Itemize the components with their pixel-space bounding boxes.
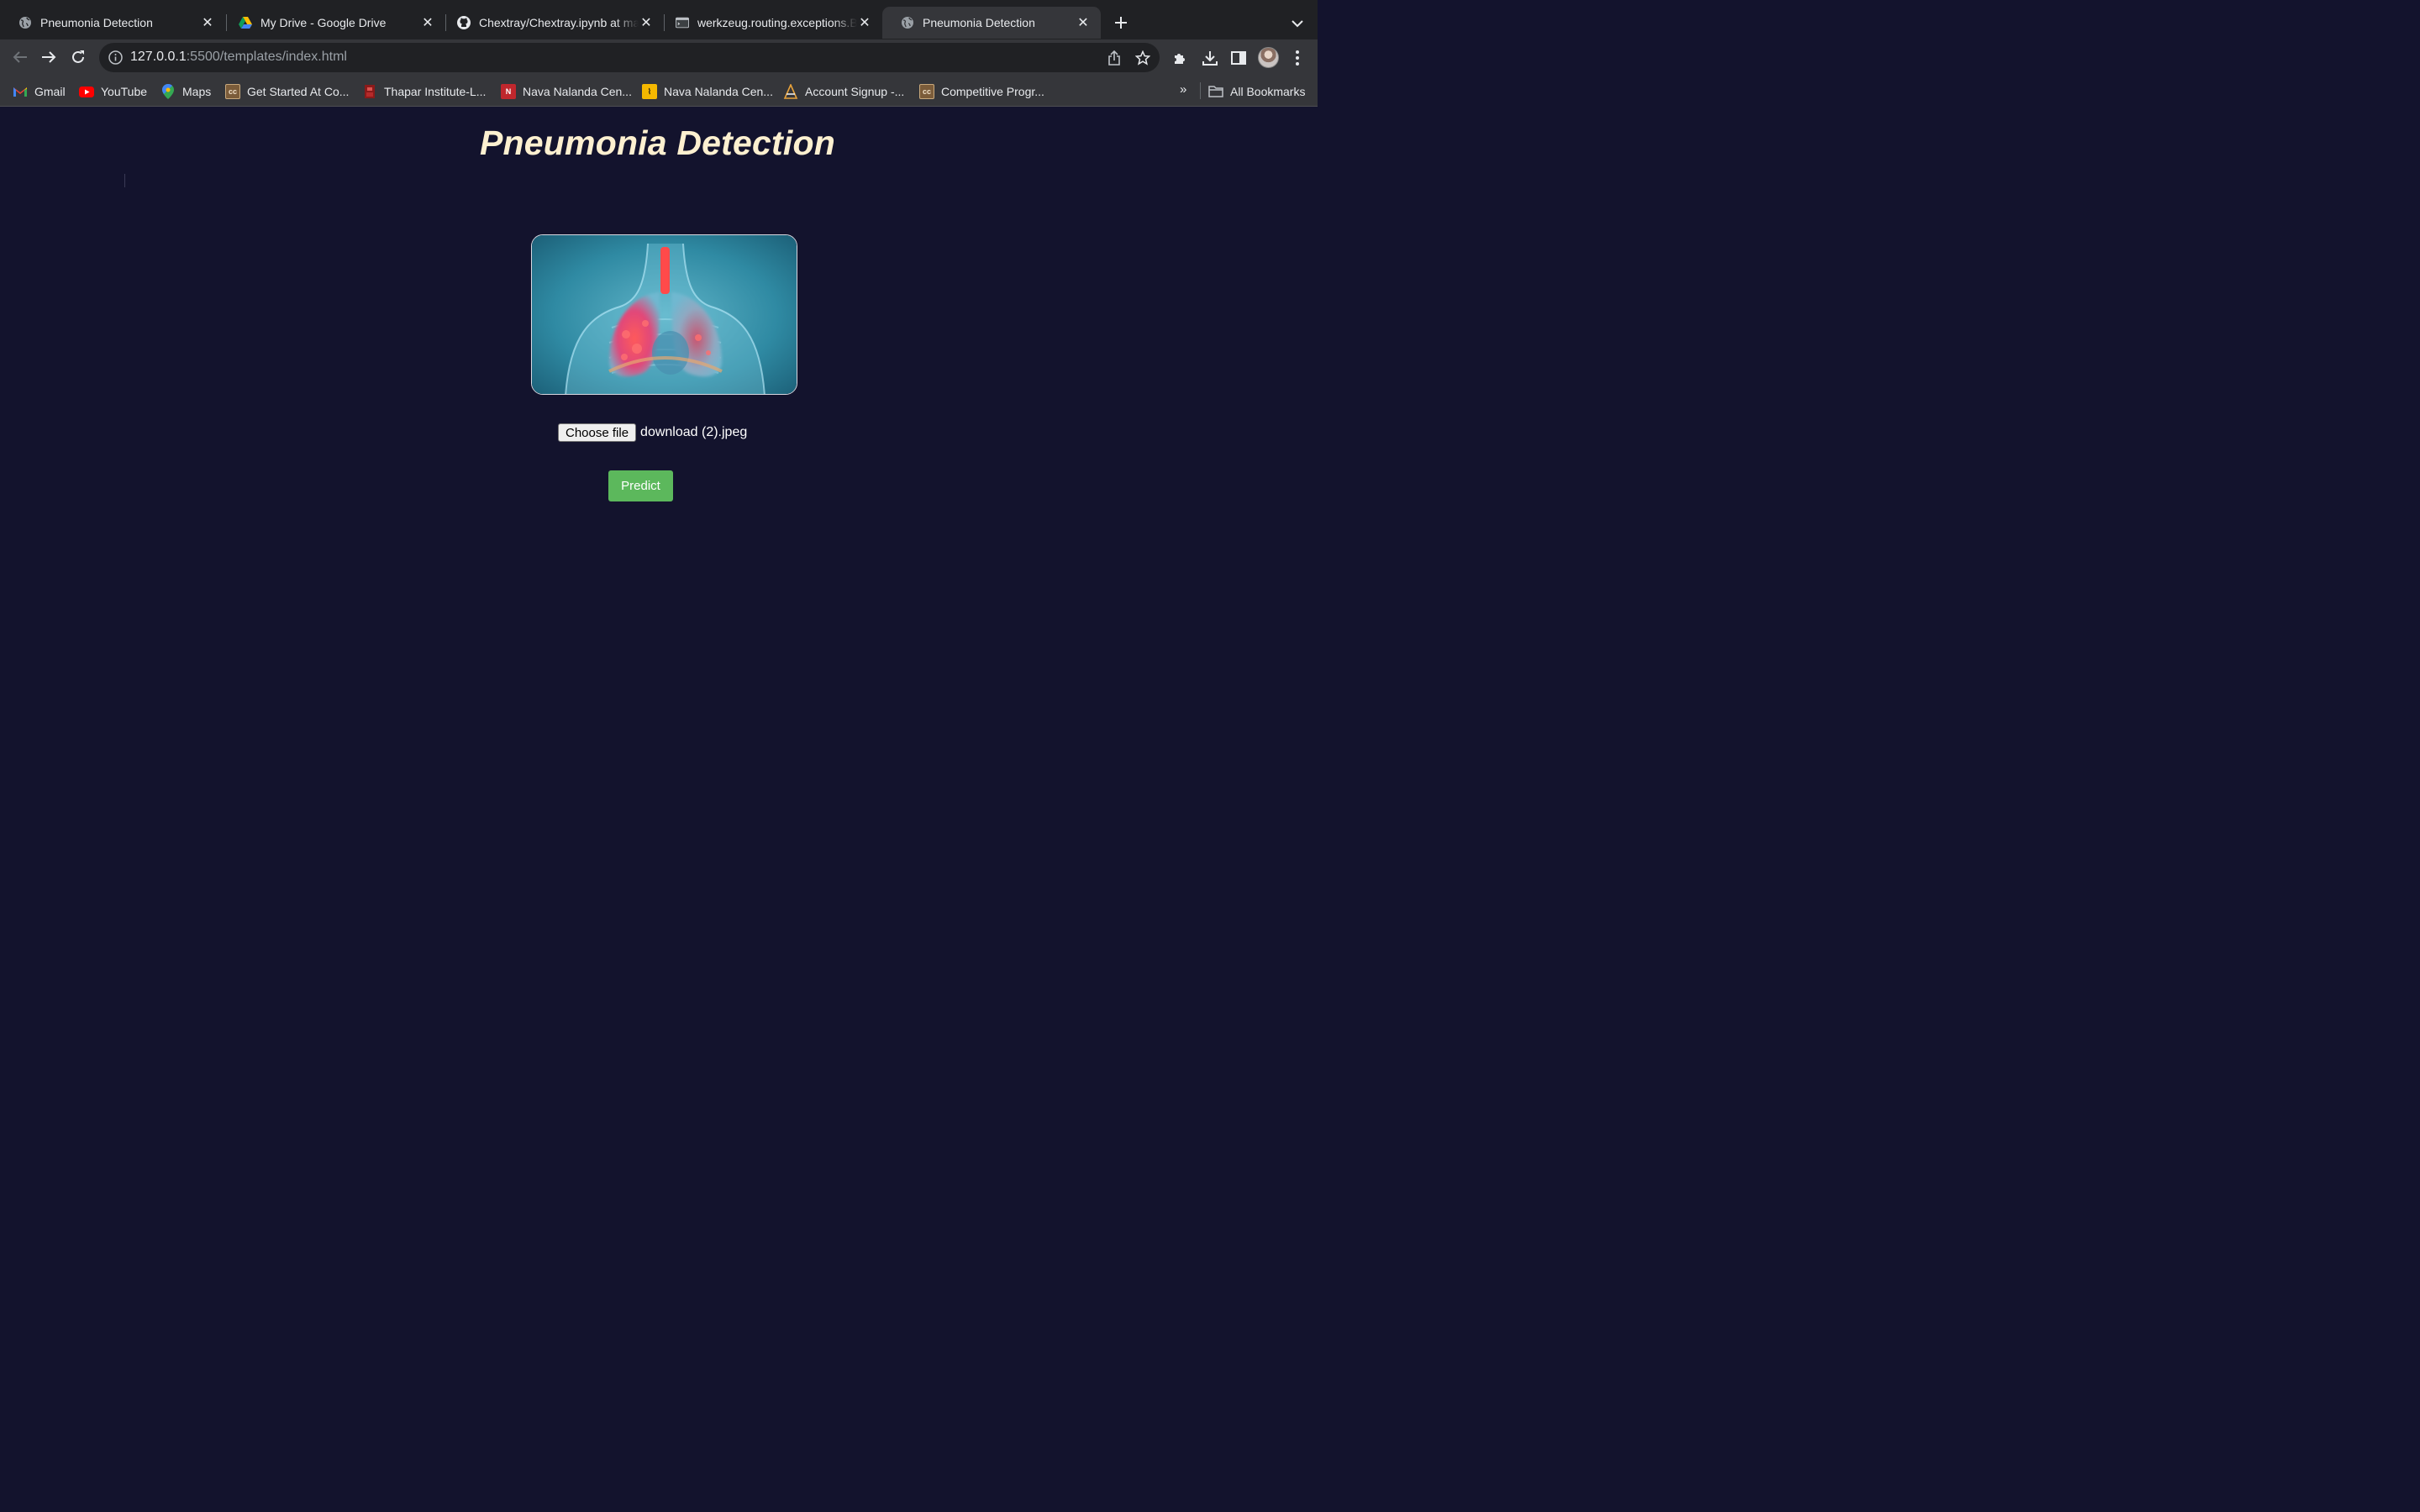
bookmark-get-started[interactable]: cc Get Started At Co... [225,83,349,100]
file-upload-row: Choose file download (2).jpeg [558,423,747,442]
bookmark-label: Gmail [34,85,66,98]
plus-icon [1115,17,1127,29]
bookmark-star-icon[interactable] [1134,50,1151,66]
tab-pneumonia-detection-1[interactable]: Pneumonia Detection ✕ [0,7,225,39]
tab-title: werkzeug.routing.exceptions.BuildError [697,16,857,29]
url-text[interactable]: 127.0.0.1:5500/templates/index.html [130,50,347,65]
predict-button[interactable]: Predict [608,470,673,501]
bookmarks-divider [1200,82,1201,99]
google-drive-icon [239,16,252,29]
site-info-icon[interactable] [108,50,124,66]
bookmarks-overflow-button[interactable]: » [1180,82,1186,97]
page-title: Pneumonia Detection [480,123,835,162]
codechef-icon: cc [225,84,240,99]
tab-title: Pneumonia Detection [923,16,1035,29]
tab-title: Chextray/Chextray.ipynb at main [479,16,639,29]
tab-strip: Pneumonia Detection ✕ My Drive - Google … [0,0,1318,39]
tab-title: Pneumonia Detection [40,16,153,29]
close-icon[interactable]: ✕ [200,15,215,30]
tab-search-button[interactable] [1286,12,1309,35]
close-icon[interactable]: ✕ [857,15,872,30]
chevron-down-icon [1292,20,1303,28]
tab-github-chextray[interactable]: Chextray/Chextray.ipynb at main ✕ [439,7,664,39]
tab-werkzeug-error[interactable]: werkzeug.routing.exceptions.BuildError ✕ [657,7,882,39]
codechef-icon: cc [919,84,934,99]
address-bar[interactable]: 127.0.0.1:5500/templates/index.html [99,43,1160,72]
browser-toolbar: 127.0.0.1:5500/templates/index.html [0,39,1318,76]
text-caret [124,174,125,187]
bookmark-maps[interactable]: Maps [160,83,211,100]
bookmark-gmail[interactable]: Gmail [13,83,66,100]
bookmark-label: Maps [182,85,212,98]
account-icon [783,84,798,99]
bookmark-youtube[interactable]: YouTube [79,83,147,100]
new-tab-button[interactable] [1109,11,1133,34]
reload-icon [72,50,84,63]
gmail-icon [13,84,28,99]
globe-icon [18,16,32,29]
youtube-icon [79,84,94,99]
close-icon[interactable]: ✕ [1076,15,1091,30]
bookmark-label: Nava Nalanda Cen... [523,85,632,98]
bookmark-account-signup[interactable]: Account Signup -... [783,83,904,100]
bookmark-thapar[interactable]: Thapar Institute-L... [362,83,486,100]
forward-button[interactable] [36,45,61,70]
nalanda-icon: N [501,84,516,99]
arrow-right-icon [42,51,56,63]
lungs-xray-image [531,234,797,395]
bookmark-label: Nava Nalanda Cen... [664,85,773,98]
tab-pneumonia-detection-active[interactable]: Pneumonia Detection ✕ [882,7,1101,39]
folder-icon [1208,84,1223,99]
kebab-menu-icon[interactable] [1288,49,1307,67]
bookmark-nava-nalanda-2[interactable]: ⌇ Nava Nalanda Cen... [642,83,773,100]
selected-file-name: download (2).jpeg [640,425,748,439]
share-icon[interactable] [1106,50,1123,66]
profile-avatar[interactable] [1258,47,1279,68]
thapar-icon [362,84,377,99]
reload-button[interactable] [66,45,91,70]
bookmark-label: Competitive Progr... [941,85,1044,98]
nalanda-alt-icon: ⌇ [642,84,657,99]
back-button[interactable] [8,45,33,70]
download-icon[interactable] [1201,49,1219,67]
bookmarks-bar: Gmail YouTube Maps cc Get Started At Co.… [0,76,1318,107]
terminal-icon [676,16,689,29]
page-content: Pneumonia Detection Choose file download… [0,107,1318,823]
bookmark-label: Thapar Institute-L... [384,85,487,98]
bookmark-label: Account Signup -... [805,85,905,98]
url-path: :5500/templates/index.html [186,50,347,64]
all-bookmarks-label: All Bookmarks [1230,85,1306,98]
arrow-left-icon [13,51,27,63]
side-panel-icon[interactable] [1229,49,1248,67]
bookmark-label: Get Started At Co... [247,85,350,98]
url-host: 127.0.0.1 [130,50,187,64]
close-icon[interactable]: ✕ [639,15,654,30]
globe-icon [901,16,914,29]
bookmark-nava-nalanda-1[interactable]: N Nava Nalanda Cen... [501,83,632,100]
bookmark-competitive-programming[interactable]: cc Competitive Progr... [919,83,1044,100]
github-icon [457,16,471,29]
extensions-icon[interactable] [1171,49,1190,67]
maps-icon [160,84,176,99]
tab-google-drive[interactable]: My Drive - Google Drive ✕ [220,7,445,39]
tab-title: My Drive - Google Drive [260,16,387,29]
all-bookmarks-button[interactable]: All Bookmarks [1208,83,1305,100]
close-icon[interactable]: ✕ [420,15,435,30]
choose-file-button[interactable]: Choose file [558,423,637,442]
bookmark-label: YouTube [101,85,148,98]
